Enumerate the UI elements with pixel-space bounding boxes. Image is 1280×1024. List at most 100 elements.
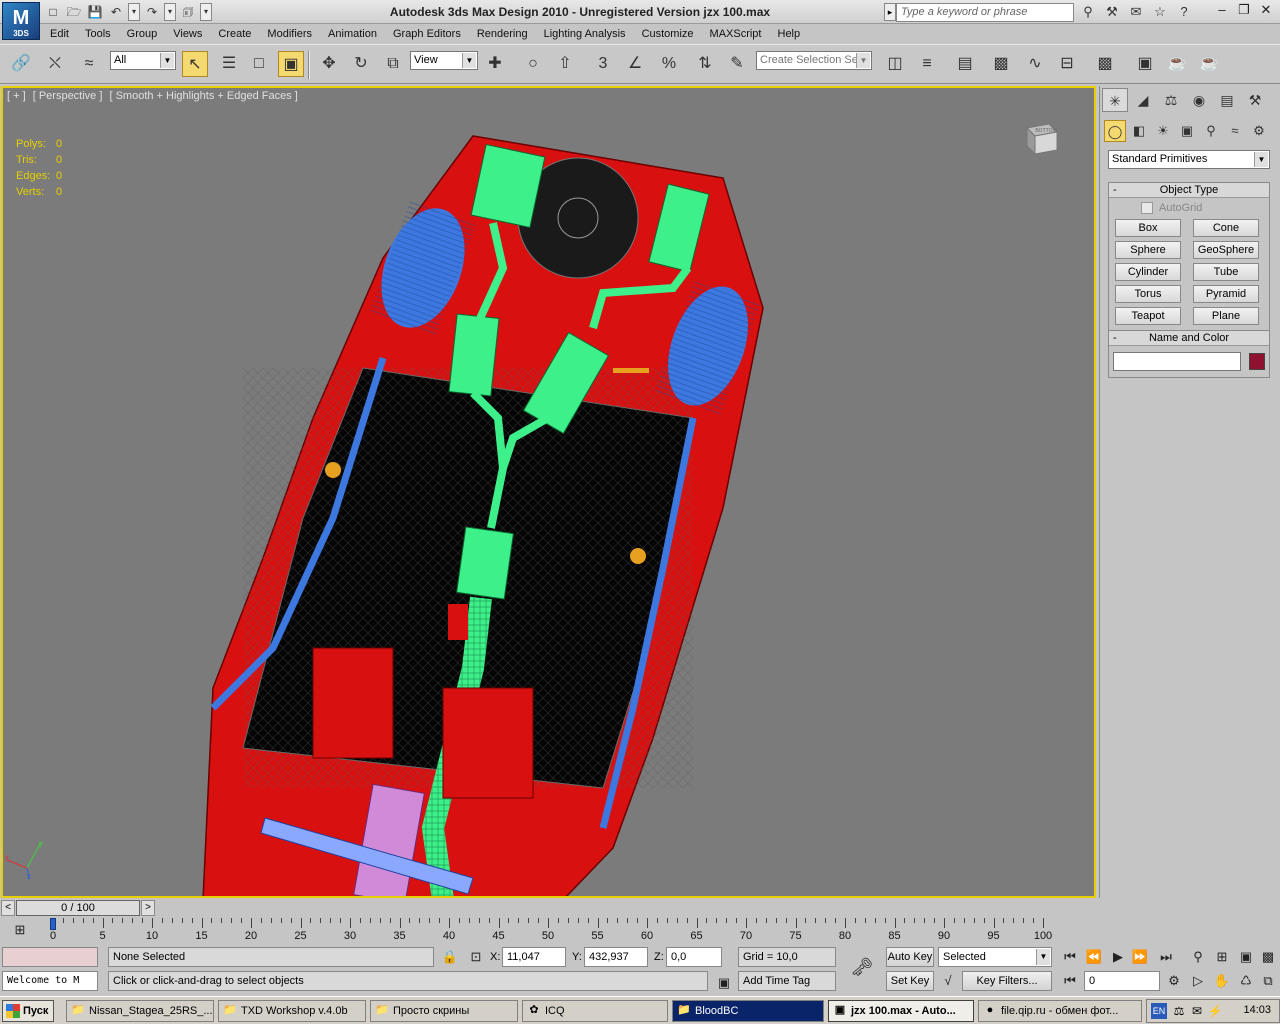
track-bar[interactable]: ⊞ 0 5 10 15 20 25 30 35 40 45 50 55 60 65 70 75 80 85 90 95… [0, 918, 1098, 944]
y-coordinate-field[interactable]: 432,937 [584, 947, 648, 967]
redo-dropdown-icon[interactable]: ▾ [164, 3, 176, 21]
menu-item-lighting-analysis[interactable]: Lighting Analysis [536, 24, 634, 44]
application-button[interactable]: M 3DS [2, 2, 40, 40]
primitive-tube-button[interactable]: Tube [1193, 263, 1259, 281]
favorites-star-icon[interactable]: ☆ [1150, 3, 1170, 21]
qip-icon[interactable]: ✉ [1189, 1003, 1205, 1019]
menu-item-edit[interactable]: Edit [42, 24, 77, 44]
absolute-mode-icon[interactable]: ⊡ [466, 947, 486, 967]
keyboard-shortcut-override-icon[interactable]: ⇧ [552, 51, 578, 77]
angle-snap-icon[interactable]: ∠ [622, 51, 648, 77]
reference-coordinate-dropdown[interactable]: View ▼ [410, 51, 478, 70]
object-category-dropdown[interactable]: Standard Primitives ▼ [1108, 150, 1270, 169]
restore-icon[interactable]: ❐ [1234, 2, 1254, 20]
taskbar-button[interactable]: ✿ ICQ [522, 1000, 668, 1022]
taskbar-button[interactable]: 📁 TXD Workshop v.4.0b [218, 1000, 366, 1022]
cameras-icon[interactable]: ▣ [1176, 120, 1198, 142]
lock-icon[interactable]: 🔒 [440, 947, 460, 967]
z-coordinate-field[interactable]: 0,0 [666, 947, 722, 967]
use-pivot-center-icon[interactable]: ✚ [482, 51, 508, 77]
maxscript-listener-pink[interactable] [2, 947, 98, 967]
zoom-extents-all-icon[interactable]: ▩ [1258, 947, 1278, 967]
geometry-icon[interactable]: ◯ [1104, 120, 1126, 142]
menu-item-customize[interactable]: Customize [634, 24, 702, 44]
menu-item-modifiers[interactable]: Modifiers [259, 24, 320, 44]
infocenter-expand-icon[interactable]: ▸ [884, 3, 896, 21]
zoom-icon[interactable]: ⚲ [1188, 947, 1208, 967]
time-slider-next-icon[interactable]: > [141, 900, 155, 916]
add-time-tag-button[interactable]: Add Time Tag [738, 971, 836, 991]
select-and-manipulate-icon[interactable]: ○ [520, 51, 546, 77]
x-coordinate-field[interactable]: 11,047 [502, 947, 566, 967]
set-key-mode-icon[interactable]: 🗝 [848, 957, 876, 977]
go-to-start-icon[interactable]: ⏮ [1060, 947, 1080, 967]
helpers-icon[interactable]: ⚲ [1200, 120, 1222, 142]
zoom-extents-icon[interactable]: ▣ [1236, 947, 1256, 967]
create-tab-icon[interactable]: ✳ [1102, 88, 1128, 112]
name-and-color-header[interactable]: - Name and Color [1109, 331, 1269, 346]
undo-icon[interactable]: ↶ [107, 3, 125, 21]
curve-editor-icon[interactable]: ∿ [1022, 51, 1048, 77]
current-frame-field[interactable]: 0 [1084, 971, 1160, 991]
viewport-shading-mode[interactable]: [ Smooth + Highlights + Edged Faces ] [109, 90, 297, 102]
rendered-frame-window-icon[interactable]: ☕ [1164, 51, 1190, 77]
utilities-tab-icon[interactable]: ⚒ [1242, 88, 1268, 112]
align-icon[interactable]: ≡ [914, 51, 940, 77]
window-crossing-icon[interactable]: ▣ [278, 51, 304, 77]
menu-item-views[interactable]: Views [165, 24, 210, 44]
lights-icon[interactable]: ☀ [1152, 120, 1174, 142]
taskbar-button[interactable]: 📁 Nissan_Stagea_25RS_... [66, 1000, 214, 1022]
close-icon[interactable]: ✕ [1256, 2, 1276, 20]
next-frame-icon[interactable]: ⏩ [1130, 947, 1150, 967]
graphite-modeling-tools-icon[interactable]: ▩ [988, 51, 1014, 77]
shapes-icon[interactable]: ◧ [1128, 120, 1150, 142]
taskbar-button[interactable]: 📁 Просто скрины [370, 1000, 518, 1022]
set-key-button[interactable]: Set Key [886, 971, 934, 991]
menu-item-graph-editors[interactable]: Graph Editors [385, 24, 469, 44]
new-file-icon[interactable]: □ [44, 3, 62, 21]
object-color-swatch[interactable] [1248, 353, 1265, 370]
bind-space-warp-icon[interactable]: ≈ [76, 51, 102, 77]
autogrid-checkbox[interactable]: AutoGrid [1141, 202, 1269, 214]
time-slider[interactable]: < 0 / 100 > [0, 899, 1098, 917]
render-setup-icon[interactable]: ▣ [1132, 51, 1158, 77]
search-input[interactable]: Type a keyword or phrase [896, 2, 1074, 22]
object-name-input[interactable] [1113, 352, 1241, 371]
start-button[interactable]: Пуск [2, 1000, 54, 1022]
maxscript-mini-listener[interactable]: Welcome to M [2, 971, 98, 991]
primitive-plane-button[interactable]: Plane [1193, 307, 1259, 325]
key-mode-toggle-icon[interactable]: ⏮ [1060, 971, 1080, 991]
percent-snap-icon[interactable]: % [656, 51, 682, 77]
perspective-viewport[interactable]: [ + ] [ Perspective ] [ Smooth + Highlig… [1, 86, 1096, 898]
hierarchy-tab-icon[interactable]: ⚖ [1158, 88, 1184, 112]
auto-key-button[interactable]: Auto Key [886, 947, 934, 967]
layer-manager-icon[interactable]: ▤ [952, 51, 978, 77]
go-to-end-icon[interactable]: ⏭ [1156, 947, 1176, 967]
viewport-point-of-view[interactable]: [ Perspective ] [33, 90, 103, 102]
space-warps-icon[interactable]: ≈ [1224, 120, 1246, 142]
motion-tab-icon[interactable]: ◉ [1186, 88, 1212, 112]
selection-filter-dropdown[interactable]: All ▼ [110, 51, 176, 70]
select-by-name-icon[interactable]: ☰ [216, 51, 242, 77]
viewport-label[interactable]: [ + ] [ Perspective ] [ Smooth + Highlig… [7, 90, 302, 102]
redo-icon[interactable]: ↷ [143, 3, 161, 21]
select-and-move-icon[interactable]: ✥ [316, 51, 342, 77]
taskbar-button[interactable]: ● file.qip.ru - обмен фот... [978, 1000, 1142, 1022]
network-icon[interactable]: ⚖ [1171, 1003, 1187, 1019]
quick-render-icon[interactable]: ☕ [1196, 51, 1222, 77]
time-slider-prev-icon[interactable]: < [1, 900, 15, 916]
zoom-all-icon[interactable]: ⊞ [1212, 947, 1232, 967]
time-configuration-icon[interactable]: ⚙ [1164, 971, 1184, 991]
menu-item-rendering[interactable]: Rendering [469, 24, 536, 44]
taskbar-button[interactable]: ▣ jzx 100.max - Auto... [828, 1000, 974, 1022]
default-in-out-tangent-icon[interactable]: √ [938, 971, 958, 991]
primitive-torus-button[interactable]: Torus [1115, 285, 1181, 303]
menu-item-create[interactable]: Create [210, 24, 259, 44]
open-file-icon[interactable]: 🗁 [65, 3, 83, 21]
menu-item-tools[interactable]: Tools [77, 24, 119, 44]
rectangular-selection-icon[interactable]: □ [246, 51, 272, 77]
viewcube-icon[interactable]: BOTTOM [1021, 120, 1061, 156]
pan-view-icon[interactable]: ✋ [1212, 971, 1232, 991]
primitive-box-button[interactable]: Box [1115, 219, 1181, 237]
display-tab-icon[interactable]: ▤ [1214, 88, 1240, 112]
